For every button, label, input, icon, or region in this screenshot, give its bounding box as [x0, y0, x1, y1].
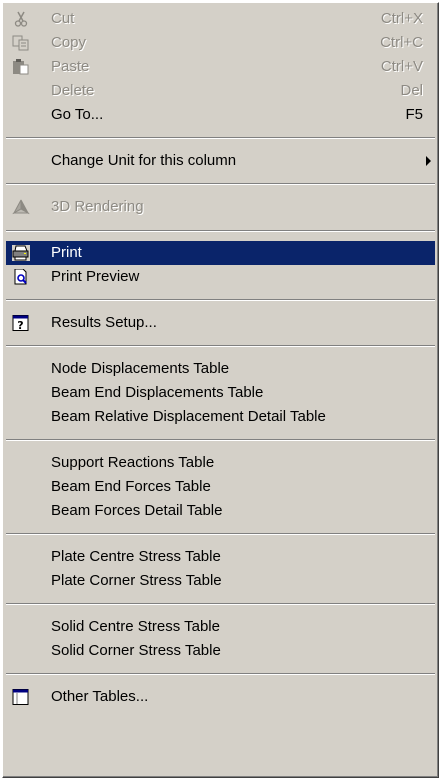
menu-item-label: Solid Centre Stress Table — [51, 618, 220, 635]
menu-separator — [6, 299, 435, 301]
menu-item-label: Beam Forces Detail Table — [51, 502, 223, 519]
shortcut-label: Ctrl+X — [380, 10, 423, 27]
results-setup-icon: ? — [12, 315, 29, 331]
menu-item-label: Solid Corner Stress Table — [51, 642, 221, 659]
menu-item-label: Paste — [51, 58, 90, 75]
shortcut-label: Del — [400, 82, 423, 99]
menu-item-solid-corner-stress-table[interactable]: Solid Corner Stress Table — [6, 639, 435, 663]
menu-separator — [6, 230, 435, 232]
menu-item-copy[interactable]: Copy Ctrl+C — [6, 31, 435, 55]
menu-separator — [6, 603, 435, 605]
scissors-icon — [14, 11, 28, 27]
menu-item-label: Node Displacements Table — [51, 360, 230, 377]
menu-item-cut[interactable]: Cut Ctrl+X — [6, 7, 435, 31]
context-menu: Cut Ctrl+X Copy Ctrl+C Paste Ctrl+V Dele… — [2, 2, 439, 778]
menu-item-label: Beam End Forces Table — [51, 478, 211, 495]
menu-item-beam-relative-displacement-table[interactable]: Beam Relative Displacement Detail Table — [6, 405, 435, 429]
menu-item-label: Print Preview — [51, 268, 140, 285]
menu-item-solid-centre-stress-table[interactable]: Solid Centre Stress Table — [6, 615, 435, 639]
copy-icon — [12, 35, 29, 51]
menu-item-3d-rendering[interactable]: 3D Rendering — [6, 195, 435, 219]
print-preview-icon — [14, 269, 27, 285]
printer-icon — [12, 245, 30, 261]
menu-item-beam-forces-detail-table[interactable]: Beam Forces Detail Table — [6, 499, 435, 523]
menu-item-change-unit[interactable]: Change Unit for this column — [6, 149, 435, 173]
menu-item-label: Results Setup... — [51, 314, 157, 331]
menu-separator — [6, 439, 435, 441]
menu-item-print[interactable]: Print — [6, 241, 435, 265]
menu-item-delete[interactable]: Delete Del — [6, 79, 435, 103]
menu-separator — [6, 533, 435, 535]
menu-item-beam-end-displacements-table[interactable]: Beam End Displacements Table — [6, 381, 435, 405]
menu-item-support-reactions-table[interactable]: Support Reactions Table — [6, 451, 435, 475]
menu-separator — [6, 183, 435, 185]
submenu-arrow-icon — [426, 156, 431, 166]
menu-separator — [6, 137, 435, 139]
menu-item-label: Change Unit for this column — [51, 152, 237, 169]
shortcut-label: Ctrl+V — [380, 58, 423, 75]
menu-item-other-tables[interactable]: Other Tables... — [6, 685, 435, 709]
menu-item-label: Delete — [51, 82, 95, 99]
menu-item-beam-end-forces-table[interactable]: Beam End Forces Table — [6, 475, 435, 499]
table-icon — [12, 689, 29, 705]
menu-item-node-displacements-table[interactable]: Node Displacements Table — [6, 357, 435, 381]
menu-item-plate-centre-stress-table[interactable]: Plate Centre Stress Table — [6, 545, 435, 569]
menu-item-label: Support Reactions Table — [51, 454, 215, 471]
menu-separator — [6, 345, 435, 347]
shortcut-label: Ctrl+C — [380, 34, 423, 51]
menu-item-goto[interactable]: Go To... F5 — [6, 103, 435, 127]
menu-item-paste[interactable]: Paste Ctrl+V — [6, 55, 435, 79]
shortcut-label: F5 — [405, 106, 423, 123]
3d-rendering-icon — [12, 199, 30, 215]
menu-separator — [6, 673, 435, 675]
menu-item-print-preview[interactable]: Print Preview — [6, 265, 435, 289]
menu-item-results-setup[interactable]: ? Results Setup... — [6, 311, 435, 335]
svg-text:?: ? — [17, 319, 23, 331]
menu-item-label: Plate Corner Stress Table — [51, 572, 222, 589]
menu-item-label: Other Tables... — [51, 688, 149, 705]
menu-item-label: Beam Relative Displacement Detail Table — [51, 408, 326, 425]
menu-item-label: Copy — [51, 34, 87, 51]
paste-icon — [13, 59, 29, 75]
menu-item-label: Print — [51, 244, 82, 261]
menu-item-label: Go To... — [51, 106, 104, 123]
menu-item-label: Beam End Displacements Table — [51, 384, 264, 401]
menu-item-label: 3D Rendering — [51, 198, 144, 215]
menu-item-plate-corner-stress-table[interactable]: Plate Corner Stress Table — [6, 569, 435, 593]
menu-item-label: Cut — [51, 10, 75, 27]
menu-item-label: Plate Centre Stress Table — [51, 548, 221, 565]
